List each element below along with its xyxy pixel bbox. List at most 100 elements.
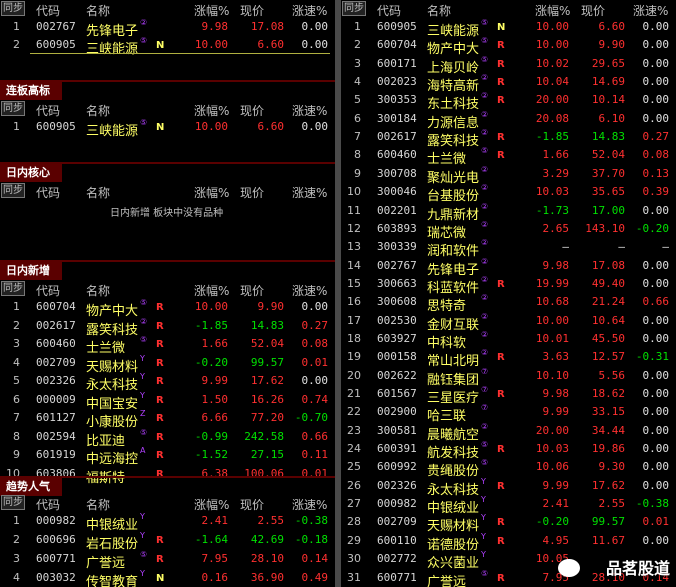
table-row[interactable]: 22 002900 哈三联 ⑦ 9.99 33.15 0.00 [341,403,676,424]
sync-button[interactable]: 同步 [1,183,25,198]
header-price[interactable]: 现价 [240,184,264,201]
sync-button[interactable]: 同步 [1,281,25,296]
header-speed[interactable]: 涨速% [292,184,327,201]
stock-tag-icon: Z [140,409,146,418]
table-row[interactable]: 6 000009 中国宝安 Y R 1.50 16.26 0.74 [0,391,335,412]
table-row[interactable]: 18 603927 中科软 ② 10.01 45.50 0.00 [341,330,676,351]
table-row[interactable]: 2 600704 物产中大 ⑤ R 10.00 9.90 0.00 [341,36,676,57]
header-code[interactable]: 代码 [377,2,401,19]
table-row[interactable]: 4 002023 海特高新 ② R 10.04 14.69 0.00 [341,73,676,94]
table-row[interactable]: 1 600905 三峡能源 ⑤ N 10.00 6.60 0.00 [341,18,676,39]
table-row[interactable]: 1 000982 中银绒业 Y 2.41 2.55 -0.38 [0,512,335,533]
sync-button[interactable]: 同步 [1,101,25,116]
stock-code: 002023 [377,75,417,89]
table-row[interactable]: 5 002326 永太科技 Y R 9.99 17.62 0.00 [0,372,335,393]
header-name[interactable]: 名称 [86,496,110,513]
table-row[interactable]: 26 002326 永太科技 Y R 9.99 17.62 0.00 [341,477,676,498]
table-row[interactable]: 10 300046 台基股份 ② 10.03 35.65 0.39 [341,183,676,204]
table-row[interactable]: 16 300608 思特奇 ② 10.68 21.24 0.66 [341,293,676,314]
table-row[interactable]: 13 300339 润和软件 ② – – – [341,238,676,259]
change-speed: -0.18 [294,533,328,546]
header-price[interactable]: 现价 [240,2,264,19]
table-row[interactable]: 1 600905 三峡能源 ⑤ N 10.00 6.60 0.00 [0,118,335,139]
header-price[interactable]: 现价 [240,282,264,299]
table-row[interactable]: 3 600171 上海贝岭 ⑤ R 10.02 29.65 0.00 [341,55,676,76]
header-name[interactable]: 名称 [86,282,110,299]
section-title[interactable]: 日内新增 [0,262,62,280]
table-row[interactable]: 19 000158 常山北明 ② R 3.63 12.57 -0.31 [341,348,676,369]
table-row[interactable]: 8 002594 比亚迪 ⑤ R -0.99 242.58 0.66 [0,428,335,449]
table-row[interactable]: 9 300708 聚灿光电 ② 3.29 37.70 0.13 [341,165,676,186]
sync-button[interactable]: 同步 [342,1,366,16]
table-row[interactable]: 29 600110 诺德股份 Y R 4.95 11.67 0.00 [341,532,676,553]
table-row[interactable]: 15 300663 科蓝软件 ② R 19.99 49.40 0.00 [341,275,676,296]
table-row[interactable]: 24 600391 航发科技 ⑤ R 10.03 19.86 0.00 [341,440,676,461]
header-code[interactable]: 代码 [36,2,60,19]
header-name[interactable]: 名称 [86,2,110,19]
header-speed[interactable]: 涨速% [292,102,327,119]
header-speed[interactable]: 涨速% [292,2,327,19]
header-change[interactable]: 涨幅% [194,184,229,201]
table-row[interactable]: 11 002201 九鼎新材 ② -1.73 17.00 0.00 [341,202,676,223]
table-row[interactable]: 9 601919 中远海控 A R -1.52 27.15 0.11 [0,446,335,467]
header-change[interactable]: 涨幅% [194,2,229,19]
header-change[interactable]: 涨幅% [194,282,229,299]
table-row[interactable]: 2 002617 露笑科技 ② R -1.85 14.83 0.27 [0,317,335,338]
table-row[interactable]: 21 601567 三星医疗 ⑦ R 9.98 18.62 0.00 [341,385,676,406]
table-row[interactable]: 2 600696 岩石股份 Y R -1.64 42.69 -0.18 [0,531,335,552]
table-row[interactable]: 14 002767 先锋电子 ② 9.98 17.08 0.00 [341,257,676,278]
row-index: 27 [347,497,361,511]
table-row[interactable]: 28 002709 天赐材料 Y R -0.20 99.57 0.01 [341,513,676,534]
table-row[interactable]: 8 600460 士兰微 ⑤ R 1.66 52.04 0.08 [341,146,676,167]
header-speed[interactable]: 涨速% [292,282,327,299]
header-price[interactable]: 现价 [240,496,264,513]
row-index: 8 [13,429,20,443]
header-code[interactable]: 代码 [36,102,60,119]
header-change[interactable]: 涨幅% [194,102,229,119]
header-change[interactable]: 涨幅% [194,496,229,513]
table-row[interactable]: 4 002709 天赐材料 Y R -0.20 99.57 0.01 [0,354,335,375]
table-row[interactable]: 7 002617 露笑科技 ② R -1.85 14.83 0.27 [341,128,676,149]
header-change[interactable]: 涨幅% [535,2,570,19]
header-name[interactable]: 名称 [86,184,110,201]
table-row[interactable]: 25 600992 贵绳股份 ⑤ 10.06 9.30 0.00 [341,458,676,479]
table-row[interactable]: 6 300184 力源信息 ② 20.08 6.10 0.00 [341,110,676,131]
table-row[interactable]: 12 603893 瑞芯微 ② 2.65 143.10 -0.20 [341,220,676,241]
change-percent: -0.99 [194,429,228,443]
table-row[interactable]: 17 002530 金财互联 ② 10.00 10.64 0.00 [341,312,676,333]
section-title[interactable]: 连板高标 [0,82,62,100]
row-index: 4 [13,571,20,584]
table-row[interactable]: 20 002622 融钰集团 ⑦ 10.10 5.56 0.00 [341,367,676,388]
section-title[interactable]: 日内核心 [0,164,62,182]
header-speed[interactable]: 涨速% [633,2,668,19]
change-percent: 20.00 [535,423,569,437]
table-row[interactable]: 3 600460 士兰微 ⑤ R 1.66 52.04 0.08 [0,335,335,356]
sync-button[interactable]: 同步 [1,495,25,510]
change-percent: 20.08 [535,111,569,125]
change-speed: 0.00 [301,300,329,313]
table-row[interactable]: 1 600704 物产中大 ⑤ R 10.00 9.90 0.00 [0,298,335,319]
header-name[interactable]: 名称 [427,2,451,19]
change-percent: 19.99 [535,276,569,290]
header-price[interactable]: 现价 [581,2,605,19]
header-price[interactable]: 现价 [240,102,264,119]
table-row[interactable]: 7 601127 小康股份 Z R 6.66 77.20 -0.70 [0,409,335,430]
header-code[interactable]: 代码 [36,282,60,299]
margin-flag: N [497,22,506,33]
change-speed: 0.00 [642,478,670,492]
header-code[interactable]: 代码 [36,496,60,513]
stock-tag-icon: ⑤ [481,146,489,156]
row-index: 6 [13,392,20,406]
table-row[interactable]: 1 002767 先锋电子 ② 9.98 17.08 0.00 [0,18,335,39]
table-row[interactable]: 27 000982 中银绒业 Y 2.41 2.55 -0.38 [341,495,676,516]
table-row[interactable]: 3 600771 广誉远 ⑤ R 7.95 28.10 0.14 [0,550,335,571]
header-code[interactable]: 代码 [36,184,60,201]
table-row[interactable]: 23 300581 晨曦航空 ② 20.00 34.44 0.00 [341,422,676,443]
table-row[interactable]: 2 600905 三峡能源 ⑤ N 10.00 6.60 0.00 [0,36,335,57]
sync-button[interactable]: 同步 [1,1,25,16]
table-row[interactable]: 5 300353 东土科技 ② R 20.00 10.14 0.00 [341,91,676,112]
stock-tag-icon: ⑤ [140,335,148,344]
header-name[interactable]: 名称 [86,102,110,119]
table-row[interactable]: 4 003032 传智教育 Y N 0.16 36.90 0.49 [0,569,335,587]
header-speed[interactable]: 涨速% [292,496,327,513]
